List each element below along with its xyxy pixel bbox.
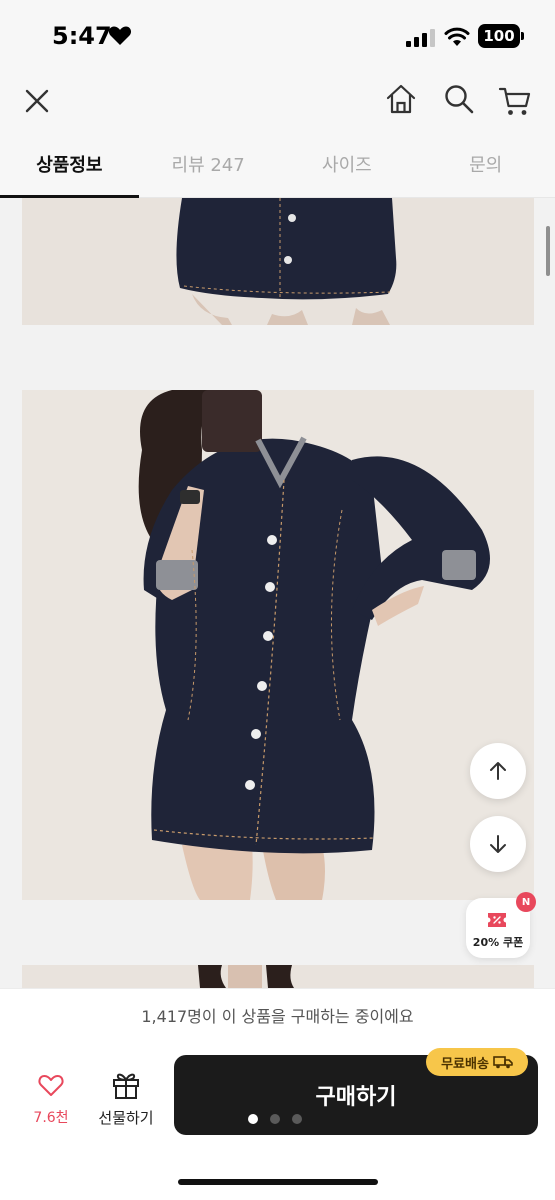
truck-icon	[493, 1056, 513, 1069]
wifi-icon	[444, 27, 470, 46]
arrow-down-icon	[490, 835, 506, 853]
close-icon[interactable]	[20, 84, 54, 118]
free-shipping-badge: 무료배송	[426, 1048, 528, 1076]
tab-size[interactable]: 사이즈	[278, 130, 417, 197]
heart-icon	[38, 1075, 64, 1096]
product-photo-top	[22, 198, 534, 325]
product-detail-content: 20% 쿠폰 N	[0, 198, 555, 988]
scroll-down-button[interactable]	[470, 816, 526, 872]
coupon-label: 20% 쿠폰	[472, 936, 524, 949]
free-shipping-label: 무료배송	[441, 1056, 489, 1072]
gift-button[interactable]: 선물하기	[90, 1069, 162, 1129]
status-bar: 5:47 100	[0, 0, 555, 72]
status-time: 5:47	[52, 22, 112, 50]
battery-cap	[521, 32, 524, 40]
pager-dot[interactable]	[248, 1114, 258, 1124]
tab-inquiry[interactable]: 문의	[416, 130, 555, 197]
home-icon[interactable]	[384, 82, 418, 116]
product-photo-bottom	[22, 965, 534, 988]
scroll-up-button[interactable]	[470, 743, 526, 799]
battery-indicator: 100	[478, 24, 520, 48]
image-pager	[248, 1114, 302, 1124]
pager-dot[interactable]	[292, 1114, 302, 1124]
product-photo-main	[22, 390, 534, 900]
coupon-icon	[488, 913, 506, 927]
search-icon[interactable]	[442, 82, 476, 116]
scroll-indicator[interactable]	[546, 226, 550, 276]
coupon-new-badge: N	[516, 892, 536, 912]
signal-icon	[406, 29, 435, 47]
home-indicator	[178, 1179, 378, 1185]
like-button[interactable]: 7.6천	[22, 1069, 80, 1129]
tab-reviews[interactable]: 리뷰 247	[139, 130, 278, 197]
buyers-count-text: 1,417명이 이 상품을 구매하는 중이에요	[141, 1007, 414, 1026]
top-nav-bar: 2	[0, 72, 555, 170]
tab-product-info[interactable]: 상품정보	[0, 130, 139, 198]
gift-label: 선물하기	[98, 1109, 154, 1127]
cart-icon[interactable]	[498, 84, 534, 118]
product-tabs: 상품정보 리뷰 247 사이즈 문의	[0, 130, 555, 198]
arrow-up-icon	[490, 762, 506, 780]
like-count: 7.6천	[33, 1110, 69, 1126]
heart-status-icon	[108, 26, 132, 45]
gift-icon	[113, 1073, 139, 1099]
pager-dot[interactable]	[270, 1114, 280, 1124]
purchase-bar: 1,417명이 이 상품을 구매하는 중이에요 7.6천 선물하기 구매하기 무…	[0, 988, 555, 1200]
